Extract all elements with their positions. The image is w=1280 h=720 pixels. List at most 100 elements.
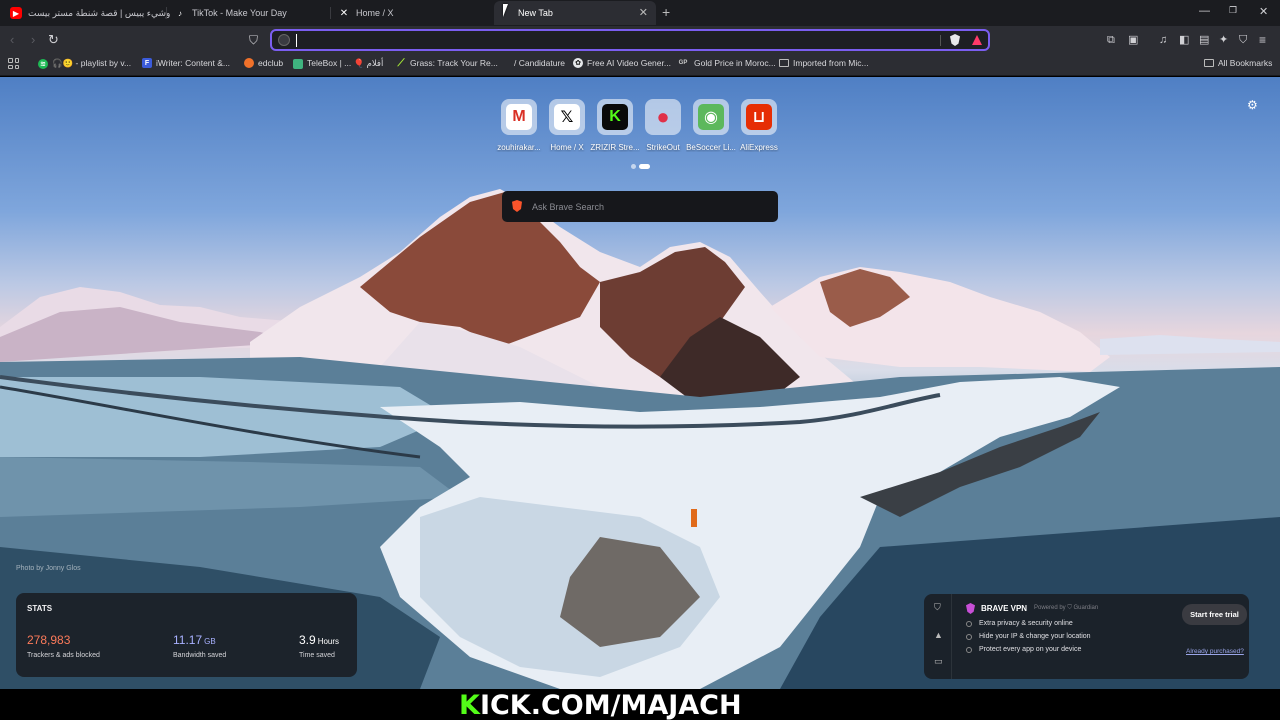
top-site-label: AliExpress <box>740 143 778 152</box>
gp-icon: GP <box>678 60 688 66</box>
brave-vpn-logo-icon <box>966 603 975 614</box>
bookmark-gold-price[interactable]: GP Gold Price in Moroc... <box>676 58 776 68</box>
extensions-icon[interactable]: ⧉ <box>1107 32 1115 48</box>
photo-credit[interactable]: Photo by Jonny Glos <box>16 565 81 572</box>
kick-url-text: KICK.COM/MAJACH <box>459 690 742 720</box>
bookmark-spotify[interactable]: ≋ 🎧🙂 - playlist by v... <box>38 58 131 69</box>
top-site-label: BeSoccer Li... <box>686 143 736 152</box>
bookmark-candidature[interactable]: / Candidature <box>500 58 565 68</box>
grass-icon: ⟋ <box>397 57 405 69</box>
gear-icon[interactable]: ⚙ <box>1247 98 1258 112</box>
bookmarks-bar: ≋ 🎧🙂 - playlist by v... F iWriter: Conte… <box>0 54 1280 76</box>
bookmark-label: Grass: Track Your Re... <box>410 58 498 68</box>
brave-rewards-icon[interactable] <box>972 35 982 45</box>
vpn-feature: Protect every app on your device <box>966 646 1081 653</box>
top-site-x[interactable]: 𝕏 <box>549 99 585 135</box>
bookmark-label: Imported from Mic... <box>793 58 869 68</box>
tab-strip: ▶ وشيء يبيس | قصة شنطة مستر بيست 😉 ♪ Tik… <box>0 0 1280 26</box>
already-purchased-link[interactable]: Already purchased? <box>1186 648 1244 655</box>
bookmark-edclub[interactable]: edclub <box>244 58 283 68</box>
top-sites-pager[interactable] <box>631 164 650 169</box>
stat-bandwidth: 11.17 GB Bandwidth saved <box>173 631 226 659</box>
stat-label: Time saved <box>299 652 335 659</box>
window-close-button[interactable]: ✕ <box>1259 5 1268 18</box>
tiktok-icon: ♪ <box>178 8 182 18</box>
bookmark-label: / Candidature <box>514 58 566 68</box>
pager-dot-active[interactable] <box>639 164 650 169</box>
stream-banner: KICK.COM/MAJACH <box>0 689 1280 720</box>
pager-dot[interactable] <box>631 164 636 169</box>
close-icon[interactable]: ✕ <box>639 7 648 19</box>
folder-icon <box>779 59 789 67</box>
vpn-icon[interactable]: ⛉ <box>1239 32 1247 48</box>
stats-widget: STATS 278,983 Trackers & ads blocked 11.… <box>16 593 357 677</box>
tab-x[interactable]: ✕ Home / X <box>338 1 488 25</box>
back-icon[interactable]: ‹ <box>10 32 14 48</box>
rewards-tab-icon[interactable]: ▲ <box>934 630 943 640</box>
leo-ai-icon[interactable]: ✦ <box>1219 32 1228 48</box>
all-bookmarks-label: All Bookmarks <box>1218 58 1273 68</box>
spotify-icon: ≋ <box>38 58 48 69</box>
cards-tab-icon[interactable]: ▭ <box>934 656 943 667</box>
tab-title: وشيء يبيس | قصة شنطة مستر بيست 😉 <box>28 7 170 18</box>
top-site-label: zouhirakar... <box>497 143 541 152</box>
stat-value: 3.9 <box>299 633 316 647</box>
playlist-icon[interactable]: ♫ <box>1159 32 1167 48</box>
forward-icon[interactable]: › <box>31 32 35 48</box>
x-icon: ✕ <box>339 7 349 19</box>
new-tab-background: M zouhirakar... 𝕏 Home / X K ZRIZIR Stre… <box>0 77 1280 689</box>
start-free-trial-button[interactable]: Start free trial <box>1182 604 1247 625</box>
top-site-gmail[interactable]: M <box>501 99 537 135</box>
stat-label: Trackers & ads blocked <box>27 652 100 659</box>
stat-unit: Hours <box>317 637 340 646</box>
tab-title: Home / X <box>356 8 394 18</box>
apps-grid-icon[interactable] <box>8 58 19 69</box>
vpn-feature: Extra privacy & security online <box>966 620 1073 627</box>
bookmark-label: 🎧🙂 - playlist by v... <box>52 58 132 68</box>
kick-rest: ICK.COM/MAJACH <box>479 690 742 720</box>
tab-youtube[interactable]: ▶ وشيء يبيس | قصة شنطة مستر بيست 😉 <box>10 1 170 25</box>
widget-switcher: ⛉ ▲ ▭ <box>924 594 952 679</box>
restore-button[interactable]: ❐ <box>1229 5 1237 16</box>
brave-search-box[interactable] <box>502 191 778 222</box>
stats-title: STATS <box>27 604 53 613</box>
strikeout-icon: ● <box>656 104 670 129</box>
bookmark-label: TeleBox | ... 🎈 أفلام <box>307 58 384 68</box>
top-site-strikeout[interactable]: ● <box>645 99 681 135</box>
iwriter-icon: F <box>142 58 152 68</box>
bookmark-label: Free AI Video Gener... <box>587 58 671 68</box>
check-icon <box>966 646 972 653</box>
vpn-tab-icon[interactable]: ⛉ <box>934 602 941 613</box>
ai-video-icon: ✿ <box>573 58 583 68</box>
bookmark-ai-video[interactable]: ✿ Free AI Video Gener... <box>573 58 671 68</box>
wallet-icon[interactable]: ▤ <box>1199 32 1209 48</box>
bookmark-label: iWriter: Content &... <box>156 58 231 68</box>
minimize-button[interactable]: — <box>1199 5 1210 17</box>
tab-tiktok[interactable]: ♪ TikTok - Make Your Day <box>174 1 324 25</box>
tab-new-tab[interactable]: New Tab ✕ <box>494 1 656 25</box>
reload-icon[interactable]: ↻ <box>48 32 59 48</box>
brave-shields-icon[interactable] <box>950 34 960 46</box>
top-site-aliexpress[interactable]: ⊔ <box>741 99 777 135</box>
bookmark-icon[interactable]: ⛉ <box>249 32 258 48</box>
address-input[interactable] <box>294 33 934 48</box>
stat-trackers: 278,983 Trackers & ads blocked <box>27 631 100 659</box>
search-input[interactable] <box>532 199 762 214</box>
bookmark-telebox[interactable]: TeleBox | ... 🎈 أفلام <box>293 58 383 69</box>
top-site-besoccer[interactable]: ◉ <box>693 99 729 135</box>
screenshot-icon[interactable]: ▣ <box>1128 32 1138 48</box>
brave-lion-icon <box>512 200 522 212</box>
bookmark-grass[interactable]: ⟋ Grass: Track Your Re... <box>396 57 498 69</box>
vpn-powered-by: Powered by ⛉ Guardian <box>1034 605 1099 611</box>
all-bookmarks-button[interactable]: All Bookmarks <box>1204 58 1272 68</box>
address-bar[interactable] <box>270 29 990 51</box>
top-site-kick[interactable]: K <box>597 99 633 135</box>
bookmark-iwriter[interactable]: F iWriter: Content &... <box>142 58 230 68</box>
sidebar-icon[interactable]: ◧ <box>1179 32 1189 48</box>
top-site-label: StrikeOut <box>646 143 680 152</box>
menu-icon[interactable]: ≡ <box>1259 32 1266 48</box>
new-tab-button[interactable]: + <box>662 4 670 20</box>
top-site-label: Home / X <box>550 143 584 152</box>
bookmark-label: Gold Price in Moroc... <box>694 58 776 68</box>
bookmark-folder-imported[interactable]: Imported from Mic... <box>779 58 869 68</box>
